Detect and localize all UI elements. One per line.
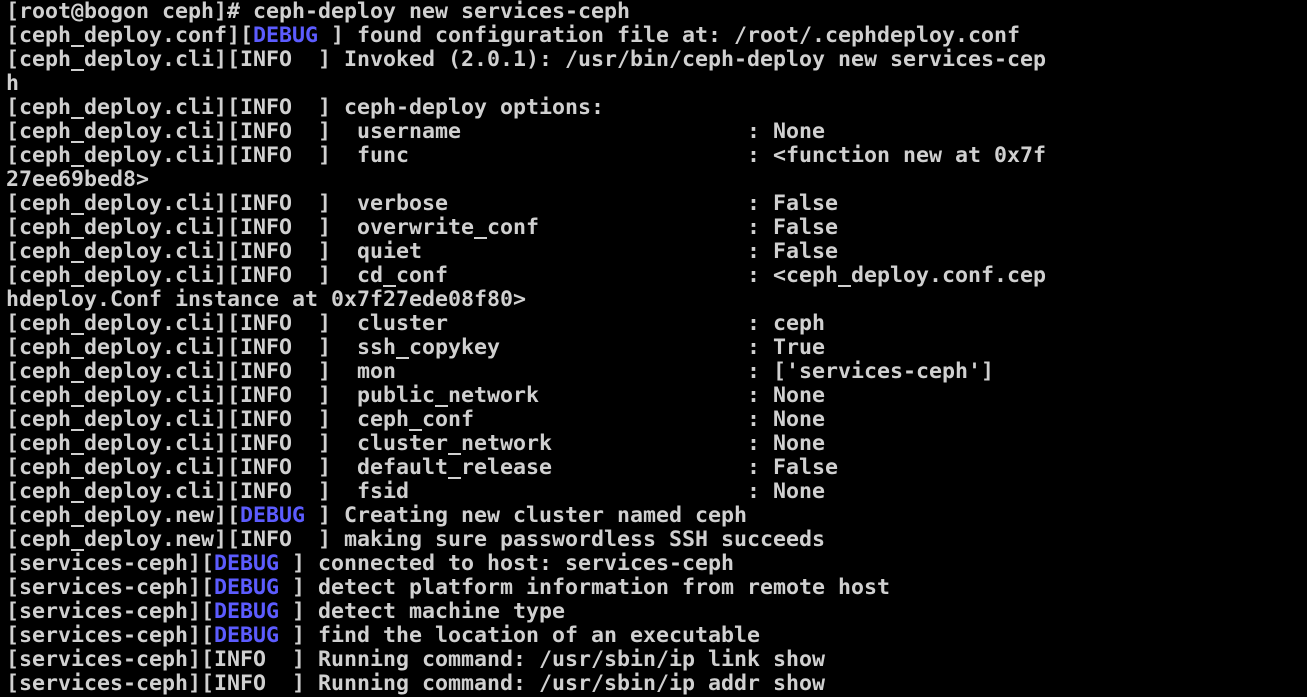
- terminal-line: [ceph_deploy.cli][INFO ] public_network …: [6, 384, 825, 408]
- line-text: [services-ceph][: [6, 599, 215, 624]
- line-text: hdeploy.Conf instance at 0x7f27ede08f80>: [6, 287, 527, 312]
- line-text: [ceph_deploy.cli][INFO ] cd_conf : <ceph…: [6, 263, 1047, 288]
- terminal-line: [ceph_deploy.cli][INFO ] mon : ['service…: [6, 360, 994, 384]
- terminal-line: [ceph_deploy.cli][INFO ] func : <functio…: [6, 144, 1046, 168]
- terminal-line: [ceph_deploy.cli][INFO ] cluster : ceph: [6, 312, 825, 336]
- line-text: ] found configuration file at: /root/.ce…: [318, 23, 1021, 48]
- terminal-line: [ceph_deploy.cli][INFO ] username : None: [6, 120, 825, 144]
- line-text: [ceph_deploy.cli][INFO ] ceph-deploy opt…: [6, 95, 605, 120]
- line-text: [ceph_deploy.cli][INFO ] default_release…: [6, 455, 839, 480]
- terminal-line: [ceph_deploy.cli][INFO ] verbose : False: [6, 192, 838, 216]
- line-text: [ceph_deploy.cli][INFO ] username : None: [6, 119, 826, 144]
- terminal-line: 27ee69bed8>: [6, 168, 149, 192]
- line-text: [ceph_deploy.cli][INFO ] ceph_conf : Non…: [6, 407, 826, 432]
- terminal-line: [ceph_deploy.cli][INFO ] default_release…: [6, 456, 838, 480]
- terminal-line: [ceph_deploy.cli][INFO ] ssh_copykey : T…: [6, 336, 825, 360]
- line-text: [services-ceph][: [6, 623, 215, 648]
- line-text: [ceph_deploy.cli][INFO ] cluster_network…: [6, 431, 826, 456]
- log-level-debug: DEBUG: [214, 575, 280, 600]
- line-text: ] find the location of an executable: [279, 623, 761, 648]
- terminal-line: [services-ceph][INFO ] Running command: …: [6, 648, 825, 672]
- line-text: [root@bogon ceph]# ceph-deploy new servi…: [6, 0, 631, 24]
- line-text: ] detect machine type: [279, 599, 566, 624]
- log-level-debug: DEBUG: [214, 599, 280, 624]
- line-text: [ceph_deploy.cli][INFO ] quiet : False: [6, 239, 839, 264]
- line-text: ] connected to host: services-ceph: [279, 551, 735, 576]
- line-text: h: [6, 71, 20, 96]
- terminal-line: [ceph_deploy.new][INFO ] making sure pas…: [6, 528, 825, 552]
- line-text: [ceph_deploy.cli][INFO ] public_network …: [6, 383, 826, 408]
- log-level-debug: DEBUG: [240, 503, 306, 528]
- terminal-line: [ceph_deploy.cli][INFO ] cluster_network…: [6, 432, 825, 456]
- terminal-line: [ceph_deploy.cli][INFO ] ceph-deploy opt…: [6, 96, 604, 120]
- terminal-line: [services-ceph][DEBUG ] detect machine t…: [6, 600, 565, 624]
- line-text: ] Creating new cluster named ceph: [305, 503, 748, 528]
- line-text: [ceph_deploy.cli][INFO ] Invoked (2.0.1)…: [6, 47, 1047, 72]
- log-level-debug: DEBUG: [253, 23, 319, 48]
- line-text: [ceph_deploy.cli][INFO ] overwrite_conf …: [6, 215, 839, 240]
- line-text: [services-ceph][INFO ] Running command: …: [6, 671, 826, 696]
- terminal-line: [ceph_deploy.conf][DEBUG ] found configu…: [6, 24, 1020, 48]
- terminal-line: [ceph_deploy.new][DEBUG ] Creating new c…: [6, 504, 747, 528]
- line-text: [ceph_deploy.conf][: [6, 23, 254, 48]
- line-text: [ceph_deploy.cli][INFO ] func : <functio…: [6, 143, 1047, 168]
- terminal-line: [ceph_deploy.cli][INFO ] overwrite_conf …: [6, 216, 838, 240]
- line-text: ] detect platform information from remot…: [279, 575, 891, 600]
- terminal-line: [root@bogon ceph]# ceph-deploy new servi…: [6, 0, 630, 24]
- line-text: [ceph_deploy.cli][INFO ] mon : ['service…: [6, 359, 995, 384]
- line-text: [services-ceph][: [6, 551, 215, 576]
- line-text: [ceph_deploy.cli][INFO ] verbose : False: [6, 191, 839, 216]
- line-text: [services-ceph][: [6, 575, 215, 600]
- terminal-output[interactable]: [root@bogon ceph]# ceph-deploy new servi…: [0, 0, 1307, 697]
- line-text: [ceph_deploy.cli][INFO ] cluster : ceph: [6, 311, 826, 336]
- terminal-line: [ceph_deploy.cli][INFO ] cd_conf : <ceph…: [6, 264, 1046, 288]
- line-text: [ceph_deploy.new][: [6, 503, 241, 528]
- terminal-line: [services-ceph][DEBUG ] find the locatio…: [6, 624, 760, 648]
- terminal-line: [services-ceph][DEBUG ] detect platform …: [6, 576, 890, 600]
- terminal-line: hdeploy.Conf instance at 0x7f27ede08f80>: [6, 288, 526, 312]
- terminal-line: [ceph_deploy.cli][INFO ] fsid : None: [6, 480, 825, 504]
- terminal-line: [ceph_deploy.cli][INFO ] quiet : False: [6, 240, 838, 264]
- line-text: 27ee69bed8>: [6, 167, 150, 192]
- terminal-line: [services-ceph][INFO ] Running command: …: [6, 672, 825, 696]
- line-text: [ceph_deploy.cli][INFO ] fsid : None: [6, 479, 826, 504]
- line-text: [ceph_deploy.cli][INFO ] ssh_copykey : T…: [6, 335, 826, 360]
- terminal-line: h: [6, 72, 19, 96]
- terminal-line: [services-ceph][DEBUG ] connected to hos…: [6, 552, 734, 576]
- line-text: [services-ceph][INFO ] Running command: …: [6, 647, 826, 672]
- terminal-line: [ceph_deploy.cli][INFO ] ceph_conf : Non…: [6, 408, 825, 432]
- line-text: [ceph_deploy.new][INFO ] making sure pas…: [6, 527, 826, 552]
- log-level-debug: DEBUG: [214, 551, 280, 576]
- log-level-debug: DEBUG: [214, 623, 280, 648]
- terminal-line: [ceph_deploy.cli][INFO ] Invoked (2.0.1)…: [6, 48, 1046, 72]
